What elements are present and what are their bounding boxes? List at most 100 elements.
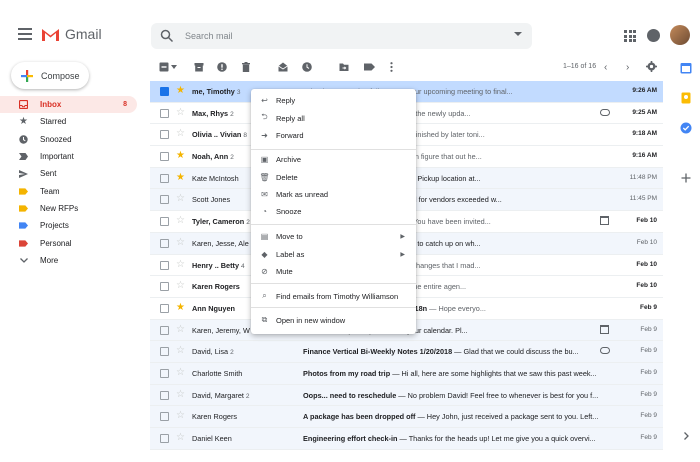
- table-row[interactable]: ☆ Daniel Keen Engineering effort check-in …: [150, 428, 663, 450]
- star-icon[interactable]: ☆: [176, 215, 185, 227]
- star-icon[interactable]: ☆: [176, 432, 185, 444]
- menu-item-mute[interactable]: ⊘ Mute: [251, 264, 416, 278]
- star-icon[interactable]: ☆: [176, 128, 185, 140]
- star-icon[interactable]: ★: [176, 302, 185, 314]
- sidebar-item-snoozed[interactable]: Snoozed: [0, 131, 140, 148]
- star-icon[interactable]: ☆: [176, 324, 185, 336]
- menu-item-delete[interactable]: 🗑 Delete: [251, 170, 416, 184]
- star-icon[interactable]: ★: [176, 85, 185, 97]
- snooze-icon[interactable]: [302, 62, 312, 72]
- important-icon: [19, 152, 28, 161]
- date: Feb 9: [640, 390, 657, 398]
- apps-grid-icon[interactable]: [624, 30, 636, 42]
- sidebar-item-starred[interactable]: ★ Starred: [0, 113, 140, 130]
- row-checkbox[interactable]: [160, 282, 169, 292]
- expand-panel-icon[interactable]: [680, 430, 692, 442]
- thread-count: 4: [241, 262, 245, 270]
- search-bar[interactable]: Search mail: [151, 23, 532, 49]
- delete-icon[interactable]: [241, 62, 251, 72]
- archive-icon[interactable]: [194, 62, 204, 72]
- table-row[interactable]: ☆ David, Margaret 2 Oops... need to resched…: [150, 384, 663, 407]
- more-options-icon[interactable]: [390, 62, 393, 72]
- menu-item-open-new-window[interactable]: ⧉ Open in new window: [251, 313, 416, 327]
- clock-icon: ◔: [262, 206, 267, 216]
- star-icon[interactable]: ☆: [176, 237, 185, 249]
- sidebar-item-new-rfps[interactable]: New RFPs: [0, 200, 140, 217]
- table-row[interactable]: ☆ Charlotte Smith Photos from my road trip…: [150, 362, 663, 385]
- mark-read-icon[interactable]: [278, 62, 288, 72]
- menu-item-label-as[interactable]: ◆ Label as ▶: [251, 247, 416, 261]
- row-checkbox[interactable]: [160, 347, 169, 357]
- star-icon[interactable]: ☆: [176, 280, 185, 292]
- search-input[interactable]: Search mail: [185, 31, 233, 41]
- menu-item-reply-all[interactable]: ⮌ Reply all: [251, 111, 416, 125]
- tasks-icon[interactable]: [680, 122, 692, 134]
- gmail-logo[interactable]: Gmail: [41, 26, 102, 42]
- main-menu-icon[interactable]: [18, 28, 32, 40]
- row-checkbox[interactable]: [160, 238, 169, 248]
- thread-count: 2: [230, 110, 234, 118]
- row-checkbox[interactable]: [160, 195, 169, 205]
- star-icon[interactable]: ☆: [176, 367, 185, 379]
- select-dropdown-icon[interactable]: [171, 65, 177, 69]
- row-checkbox[interactable]: [160, 152, 169, 162]
- star-icon[interactable]: ☆: [176, 259, 185, 271]
- sender-name: Henry .. Betty: [192, 260, 240, 270]
- newer-page-icon[interactable]: ›: [626, 62, 629, 73]
- row-checkbox[interactable]: [160, 390, 169, 400]
- sidebar-item-team[interactable]: Team: [0, 182, 140, 199]
- row-checkbox[interactable]: [160, 412, 169, 422]
- menu-item-reply[interactable]: ↩ Reply: [251, 93, 416, 107]
- keep-icon[interactable]: [680, 92, 692, 104]
- sidebar-item-important[interactable]: Important: [0, 148, 140, 165]
- search-icon[interactable]: [160, 29, 174, 43]
- row-checkbox[interactable]: [160, 87, 169, 96]
- star-icon[interactable]: ☆: [176, 107, 185, 119]
- sidebar-item-label: Sent: [40, 169, 57, 179]
- star-icon[interactable]: ☆: [176, 193, 185, 205]
- menu-item-find-emails[interactable]: ⌕ Find emails from Timothy Williamson: [251, 289, 416, 303]
- star-icon[interactable]: ☆: [176, 389, 185, 401]
- star-icon[interactable]: ☆: [176, 345, 185, 357]
- row-checkbox[interactable]: [160, 108, 169, 118]
- report-spam-icon[interactable]: [217, 62, 227, 72]
- table-row[interactable]: ☆ Karen Rogers A package has been dropped …: [150, 406, 663, 428]
- menu-item-forward[interactable]: ➜ Forward: [251, 128, 416, 142]
- add-addon-icon[interactable]: [680, 172, 692, 184]
- row-checkbox[interactable]: [160, 434, 169, 443]
- move-to-icon[interactable]: [339, 62, 349, 72]
- sidebar-item-sent[interactable]: Sent: [0, 165, 140, 182]
- menu-item-mark-unread[interactable]: ✉ Mark as unread: [251, 187, 416, 201]
- sidebar-item-inbox[interactable]: Inbox 8: [0, 96, 137, 114]
- sidebar-item-more[interactable]: More: [0, 252, 140, 269]
- star-icon[interactable]: ☆: [176, 410, 185, 422]
- menu-item-snooze[interactable]: ◔ Snooze: [251, 204, 416, 218]
- sidebar-nav: Inbox 8 ★ Starred Snoozed Important Sent…: [0, 96, 140, 269]
- labels-icon[interactable]: [364, 62, 375, 72]
- select-all-checkbox[interactable]: [159, 62, 169, 72]
- row-checkbox[interactable]: [160, 173, 169, 183]
- search-options-icon[interactable]: [514, 32, 522, 36]
- row-checkbox[interactable]: [160, 217, 169, 227]
- row-checkbox[interactable]: [160, 260, 169, 270]
- snippet: — Hope everyo...: [429, 303, 486, 313]
- trash-icon: 🗑: [259, 172, 270, 182]
- row-checkbox[interactable]: [160, 303, 169, 313]
- menu-item-move-to[interactable]: ▤ Move to ▶: [251, 229, 416, 243]
- avatar[interactable]: [670, 25, 690, 45]
- menu-item-archive[interactable]: ▣ Archive: [251, 152, 416, 166]
- older-page-icon[interactable]: ‹: [604, 62, 607, 73]
- row-checkbox[interactable]: [160, 325, 169, 335]
- table-row[interactable]: ☆ David, Lisa 2 Finance Vertical Bi-Weekly …: [150, 341, 663, 363]
- compose-button[interactable]: Compose: [11, 62, 89, 89]
- settings-gear-icon[interactable]: [646, 61, 657, 72]
- sidebar-item-projects[interactable]: Projects: [0, 217, 140, 234]
- star-icon[interactable]: ★: [176, 150, 185, 162]
- calendar-icon[interactable]: [680, 62, 692, 74]
- row-checkbox[interactable]: [160, 130, 169, 140]
- row-checkbox[interactable]: [160, 368, 169, 378]
- sidebar-item-personal[interactable]: Personal: [0, 234, 140, 251]
- notifications-icon[interactable]: [647, 29, 660, 42]
- sidebar-item-label: Inbox: [40, 100, 62, 110]
- star-icon[interactable]: ★: [176, 172, 185, 184]
